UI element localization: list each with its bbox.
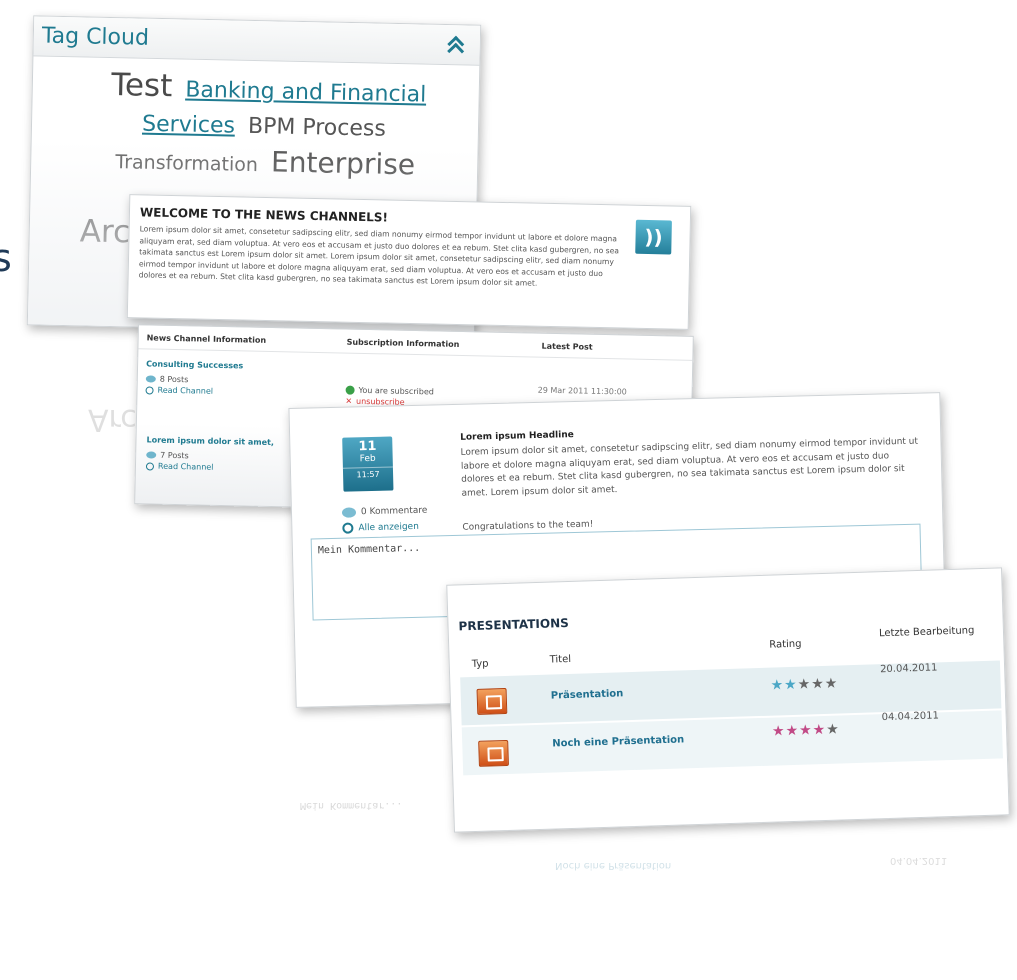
show-all-link[interactable]: Alle anzeigen — [342, 521, 428, 534]
presentation-title[interactable]: Noch eine Präsentation — [552, 734, 684, 749]
channel-row: Consulting Successes 8 Posts Read Channe… — [145, 359, 243, 396]
tag-reflection: Arc — [88, 402, 137, 437]
col-rating: Rating — [769, 638, 802, 651]
presentations-widget: PRESENTATIONS Typ Titel Rating Letzte Be… — [446, 567, 1010, 833]
col-latest-post: Latest Post — [541, 341, 593, 352]
channel-name[interactable]: Lorem ipsum dolor sit amet, — [146, 435, 274, 447]
star-icon[interactable]: ★ — [770, 677, 784, 693]
post-meta: 0 Kommentare Alle anzeigen — [341, 506, 428, 539]
check-icon — [345, 385, 355, 395]
tag-cloud-title: Tag Cloud — [41, 23, 150, 51]
date-reflection: 04.04.2011 — [890, 855, 948, 866]
tag-enterprise[interactable]: Enterprise — [271, 145, 416, 181]
presentation-icon[interactable] — [476, 687, 508, 715]
read-channel-link[interactable]: Read Channel — [145, 385, 242, 396]
last-edit-date: 20.04.2011 — [879, 662, 938, 676]
collapse-chevron-icon[interactable] — [444, 32, 468, 60]
rating-stars[interactable]: ★★★★★ — [772, 722, 840, 740]
tag-transformation[interactable]: Transformation — [115, 151, 258, 176]
date-day: 11 — [358, 438, 377, 455]
comment-count: 0 Kommentare — [341, 506, 428, 518]
latest-post-date: 29 Mar 2011 11:30:00 — [537, 385, 627, 397]
star-icon[interactable]: ★ — [797, 676, 811, 692]
comment-reflection: Mein Kommentar... — [300, 800, 403, 811]
channel-row: Lorem ipsum dolor sit amet, 7 Posts Read… — [145, 435, 274, 473]
post-congrats: Congratulations to the team! — [462, 519, 594, 533]
channel-posts: 7 Posts — [146, 450, 274, 462]
channel-posts: 8 Posts — [145, 374, 243, 385]
rating-stars[interactable]: ★★★★★ — [770, 676, 838, 694]
tag-bpm-process[interactable]: BPM Process — [248, 114, 386, 142]
col-title: Titel — [549, 653, 572, 666]
comment-icon — [145, 375, 156, 383]
news-body: Lorem ipsum dolor sit amet, consetetur s… — [138, 224, 620, 288]
close-icon: ✕ — [345, 396, 353, 406]
presentation-title[interactable]: Präsentation — [551, 688, 624, 701]
date-month: Feb — [359, 453, 376, 465]
star-icon[interactable]: ★ — [772, 723, 786, 739]
last-edit-date: 04.04.2011 — [881, 710, 940, 724]
star-icon[interactable]: ★ — [825, 676, 839, 692]
tag-test[interactable]: Test — [111, 67, 173, 104]
channel-name[interactable]: Consulting Successes — [146, 359, 243, 370]
col-subscription-info: Subscription Information — [346, 337, 460, 349]
title-reflection: Noch eine Präsentation — [555, 860, 672, 871]
rss-icon[interactable]: )) — [635, 219, 672, 255]
search-icon — [145, 461, 155, 471]
news-channels-intro: WELCOME TO THE NEWS CHANNELS! Lorem ipsu… — [126, 194, 692, 330]
post-body: Lorem ipsum dolor sit amet, consetetur s… — [460, 436, 919, 499]
date-badge[interactable]: 11 Feb 11:57 — [342, 436, 394, 492]
channel-table-header: News Channel Information Subscription In… — [138, 325, 693, 361]
tag-partial[interactable]: Arc — [79, 213, 130, 250]
presentation-icon[interactable] — [478, 739, 509, 767]
star-icon[interactable]: ★ — [812, 722, 826, 738]
col-type: Typ — [471, 658, 489, 671]
search-icon — [342, 522, 354, 534]
star-icon[interactable]: ★ — [799, 722, 813, 738]
subscription-cell: You are subscribed ✕ unsubscribe — [345, 380, 434, 408]
col-channel-info: News Channel Information — [146, 333, 267, 345]
star-icon[interactable]: ★ — [784, 677, 798, 693]
tag-cloud-list: Test Banking and Financial Services BPM … — [31, 56, 479, 187]
search-icon — [145, 385, 154, 395]
subscribed-status: You are subscribed — [345, 385, 434, 396]
comment-icon — [146, 451, 157, 459]
date-time: 11:57 — [342, 466, 394, 480]
star-icon[interactable]: ★ — [811, 676, 825, 692]
post-headline: Lorem ipsum Headline — [460, 430, 574, 443]
partial-left-text: s — [0, 236, 12, 280]
read-channel-link[interactable]: Read Channel — [145, 461, 274, 473]
comment-icon — [341, 507, 357, 518]
col-last-edit: Letzte Bearbeitung — [878, 625, 975, 640]
star-icon[interactable]: ★ — [785, 723, 799, 739]
star-icon[interactable]: ★ — [826, 722, 840, 738]
presentations-heading: PRESENTATIONS — [458, 615, 569, 634]
